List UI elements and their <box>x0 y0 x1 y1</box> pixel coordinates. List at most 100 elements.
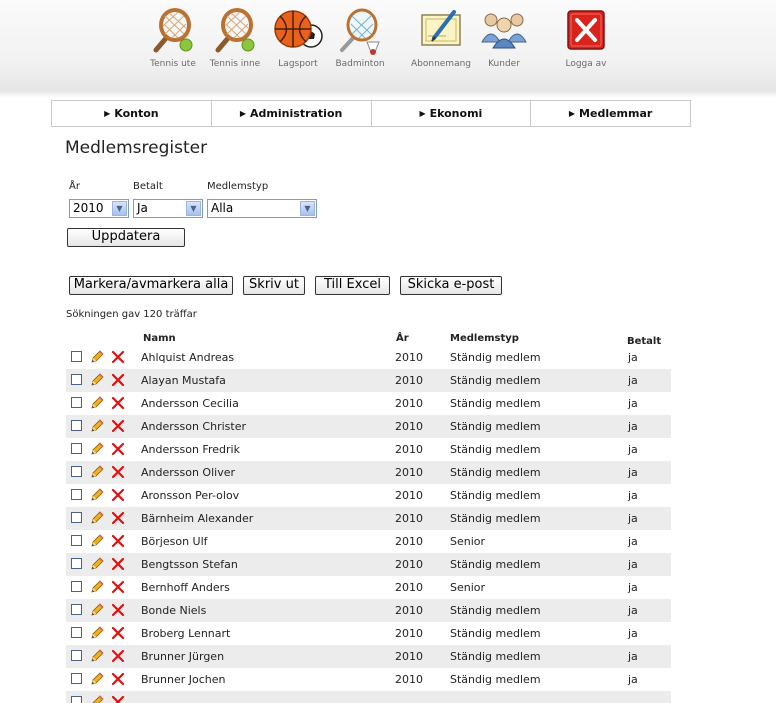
member-year: 2010 <box>395 604 423 617</box>
delete-x-icon[interactable] <box>111 557 125 571</box>
tennis-racket-icon <box>215 8 255 53</box>
delete-x-icon[interactable] <box>111 511 125 525</box>
triangle-right-icon: ▶ <box>239 109 247 118</box>
pencil-edit-icon[interactable] <box>89 464 105 480</box>
table-row: Andersson Christer 2010 Ständig medlem ja <box>66 415 671 438</box>
delete-x-icon[interactable] <box>111 488 125 502</box>
delete-x-icon[interactable] <box>111 603 125 617</box>
customers-icon <box>481 13 527 49</box>
pencil-edit-icon[interactable] <box>89 372 105 388</box>
member-type: Ständig medlem <box>450 443 541 456</box>
pencil-edit-icon[interactable] <box>89 579 105 595</box>
pencil-edit-icon[interactable] <box>89 395 105 411</box>
toolbar-abonnemang[interactable]: Abonnemang <box>406 6 476 69</box>
toggle-select-all-button[interactable]: Markera/avmarkera alla <box>69 276 233 295</box>
send-email-button[interactable]: Skicka e-post <box>400 276 502 295</box>
member-paid: ja <box>628 466 638 479</box>
nav-medlemmar[interactable]: ▶ Medlemmar <box>531 101 690 126</box>
row-checkbox[interactable] <box>71 420 82 431</box>
table-row: Ahlquist Andreas 2010 Ständig medlem ja <box>66 346 671 369</box>
toolbar-logga-av[interactable]: Logga av <box>551 6 621 69</box>
print-button[interactable]: Skriv ut <box>243 276 305 295</box>
pencil-edit-icon[interactable] <box>89 625 105 641</box>
table-row: Bärnheim Alexander 2010 Ständig medlem ja <box>66 507 671 530</box>
triangle-right-icon: ▶ <box>419 109 426 118</box>
member-name: Bernhoff Anders <box>141 581 230 594</box>
pencil-edit-icon[interactable] <box>89 648 105 664</box>
member-year: 2010 <box>395 420 423 433</box>
row-checkbox[interactable] <box>71 489 82 500</box>
delete-x-icon[interactable] <box>111 649 125 663</box>
member-name: Andersson Oliver <box>141 466 235 479</box>
top-toolbar: Tennis ute Tennis inne Lagsport Badminto… <box>0 0 776 91</box>
delete-x-icon[interactable] <box>111 534 125 548</box>
row-checkbox[interactable] <box>71 443 82 454</box>
table-row: Aronsson Per-olov 2010 Ständig medlem ja <box>66 484 671 507</box>
row-checkbox[interactable] <box>71 673 82 684</box>
toolbar-tennis-ute[interactable]: Tennis ute <box>138 6 208 69</box>
delete-x-icon[interactable] <box>111 350 125 364</box>
pencil-edit-icon[interactable] <box>89 487 105 503</box>
row-checkbox[interactable] <box>71 535 82 546</box>
row-checkbox[interactable] <box>71 512 82 523</box>
row-checkbox[interactable] <box>71 466 82 477</box>
delete-x-icon[interactable] <box>111 672 125 686</box>
row-checkbox[interactable] <box>71 581 82 592</box>
row-checkbox[interactable] <box>71 397 82 408</box>
toolbar-tennis-inne[interactable]: Tennis inne <box>200 6 270 69</box>
pencil-edit-icon[interactable] <box>89 556 105 572</box>
row-checkbox[interactable] <box>71 696 82 703</box>
delete-x-icon[interactable] <box>111 695 125 703</box>
year-select[interactable]: 2010 ▼ <box>69 199 129 218</box>
row-checkbox[interactable] <box>71 627 82 638</box>
row-checkbox[interactable] <box>71 650 82 661</box>
member-type: Ständig medlem <box>450 351 541 364</box>
row-checkbox[interactable] <box>71 604 82 615</box>
row-checkbox[interactable] <box>71 374 82 385</box>
paid-select[interactable]: Ja ▼ <box>133 199 203 218</box>
table-row: Andersson Oliver 2010 Ständig medlem ja <box>66 461 671 484</box>
update-button[interactable]: Uppdatera <box>67 228 185 247</box>
pencil-edit-icon[interactable] <box>89 349 105 365</box>
export-excel-button[interactable]: Till Excel <box>315 276 390 295</box>
delete-x-icon[interactable] <box>111 580 125 594</box>
table-row: Brunner Jochen 2010 Ständig medlem ja <box>66 668 671 691</box>
nav-konton[interactable]: ▶ Konton <box>52 101 212 126</box>
row-checkbox[interactable] <box>71 558 82 569</box>
member-year: 2010 <box>395 535 423 548</box>
row-checkbox[interactable] <box>71 351 82 362</box>
delete-x-icon[interactable] <box>111 373 125 387</box>
pencil-edit-icon[interactable] <box>89 510 105 526</box>
membertype-label: Medlemstyp <box>207 181 269 192</box>
member-name: Andersson Cecilia <box>141 397 239 410</box>
toolbar-badminton[interactable]: Badminton <box>325 6 395 69</box>
pencil-edit-icon[interactable] <box>89 441 105 457</box>
tennis-racket-icon <box>153 8 193 53</box>
toolbar-label: Abonnemang <box>410 59 472 69</box>
pencil-edit-icon[interactable] <box>89 418 105 434</box>
pencil-edit-icon[interactable] <box>89 671 105 687</box>
toolbar-kunder[interactable]: Kunder <box>469 6 539 69</box>
nav-administration[interactable]: ▶ Administration <box>212 101 372 126</box>
delete-x-icon[interactable] <box>111 442 125 456</box>
toolbar-lagsport[interactable]: Lagsport <box>263 6 333 69</box>
delete-x-icon[interactable] <box>111 626 125 640</box>
pencil-edit-icon[interactable] <box>89 602 105 618</box>
membertype-select[interactable]: Alla ▼ <box>207 199 317 218</box>
member-name: Bonde Niels <box>141 604 207 617</box>
delete-x-icon[interactable] <box>111 465 125 479</box>
member-name: Bärnheim Alexander <box>141 512 254 525</box>
chevron-down-icon: ▼ <box>112 201 127 216</box>
toolbar-label: Lagsport <box>278 59 318 69</box>
toolbar-label: Badminton <box>335 59 385 69</box>
member-paid: ja <box>628 535 638 548</box>
member-paid: ja <box>628 489 638 502</box>
pencil-edit-icon[interactable] <box>89 533 105 549</box>
delete-x-icon[interactable] <box>111 419 125 433</box>
member-type: Ständig medlem <box>450 650 541 663</box>
delete-x-icon[interactable] <box>111 396 125 410</box>
member-name: Aronsson Per-olov <box>141 489 240 502</box>
member-type: Senior <box>450 581 486 594</box>
nav-ekonomi[interactable]: ▶ Ekonomi <box>372 101 532 126</box>
pencil-edit-icon[interactable] <box>89 694 105 703</box>
